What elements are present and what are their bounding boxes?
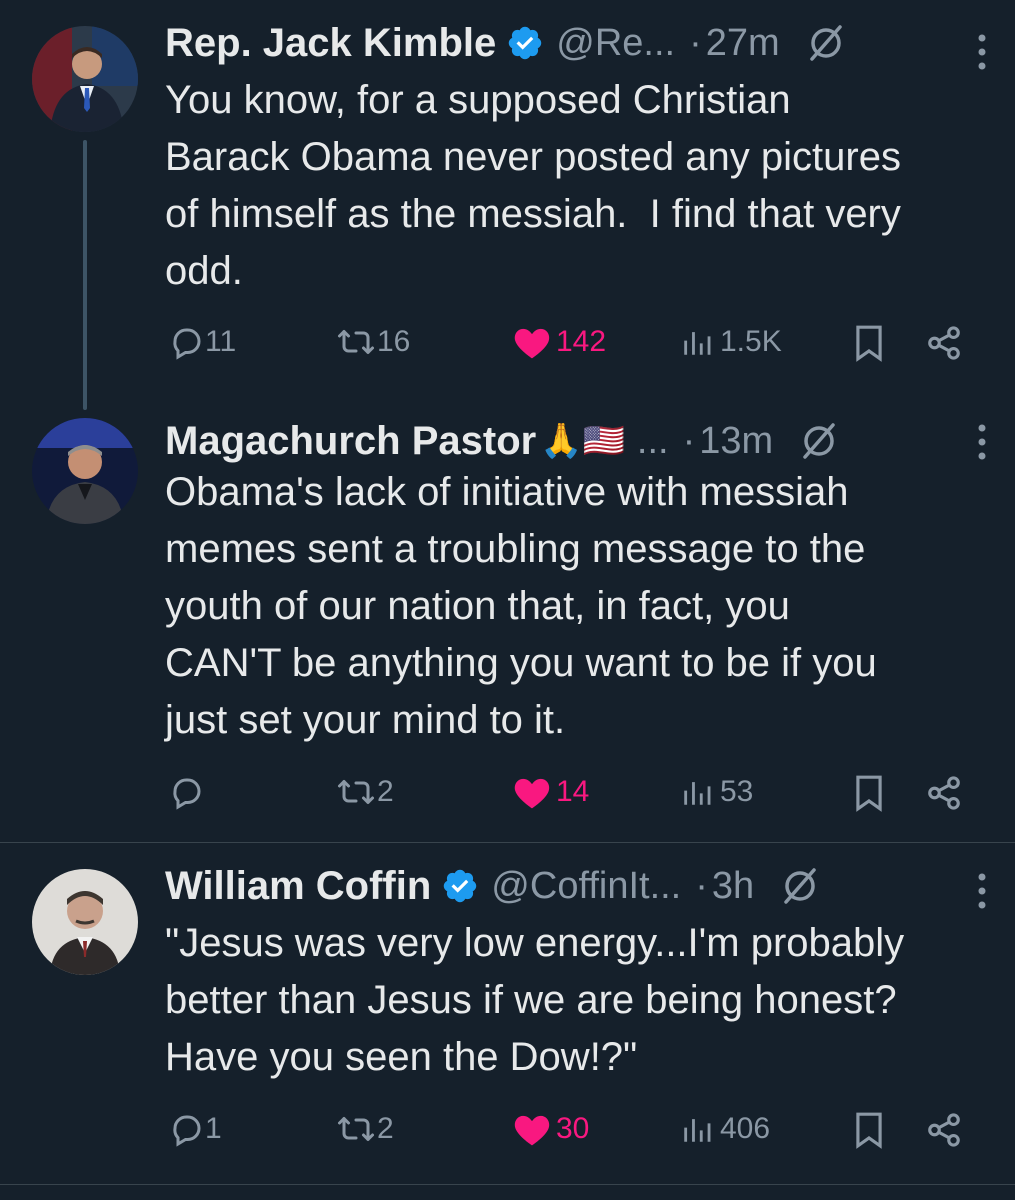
- reply-icon: [173, 328, 201, 360]
- bookmark-icon: [856, 1112, 882, 1149]
- heart-icon: [514, 1115, 550, 1146]
- separator-dot: ·: [695, 864, 708, 907]
- retweet-button[interactable]: 2: [335, 1111, 394, 1147]
- heart-icon: [514, 328, 550, 359]
- like-count: 30: [556, 1112, 590, 1145]
- analytics-icon: [684, 1119, 711, 1142]
- tweet-text: Obama's lack of initiative with messiah …: [165, 470, 877, 742]
- like-button[interactable]: 14: [512, 774, 589, 810]
- reply-count: 1: [205, 1112, 222, 1145]
- handle-ellipsis[interactable]: ...: [637, 420, 669, 463]
- tweet-3[interactable]: William Coffin @CoffinIt... · 3h "Jesus …: [0, 843, 1015, 1183]
- share-icon: [928, 776, 960, 810]
- more-options-icon[interactable]: [967, 869, 997, 913]
- tweet-2[interactable]: Magachurch Pastor 🙏🇺🇸 ... · 13m Obama's …: [0, 400, 1015, 840]
- reply-count: 11: [205, 325, 237, 358]
- like-button[interactable]: 142: [512, 324, 606, 360]
- tweet-1[interactable]: Rep. Jack Kimble @Re... · 27m You know, …: [0, 0, 1015, 410]
- reply-button[interactable]: 1: [169, 1111, 222, 1147]
- tweet-actions: 2 14 53: [165, 774, 985, 818]
- handle[interactable]: @Re...: [556, 22, 675, 65]
- heart-icon: [514, 778, 550, 809]
- display-name[interactable]: Magachurch Pastor: [165, 419, 536, 464]
- timestamp[interactable]: 27m: [706, 22, 780, 65]
- reply-icon: [173, 1115, 201, 1147]
- bookmark-button[interactable]: [853, 774, 885, 812]
- grok-icon[interactable]: [799, 421, 839, 461]
- reply-button[interactable]: [169, 774, 205, 810]
- retweet-icon: [338, 1117, 374, 1141]
- separator-dot: ·: [682, 419, 696, 462]
- avatar[interactable]: [32, 26, 138, 132]
- avatar[interactable]: [32, 869, 138, 975]
- bookmark-icon: [856, 325, 882, 362]
- display-name[interactable]: William Coffin: [165, 864, 431, 909]
- share-icon: [928, 1113, 960, 1147]
- share-button[interactable]: [925, 1111, 963, 1149]
- views-button[interactable]: 406: [680, 1111, 770, 1147]
- tweet-header: William Coffin @CoffinIt... · 3h: [165, 861, 985, 911]
- like-button[interactable]: 30: [512, 1111, 589, 1147]
- more-options-icon[interactable]: [967, 420, 997, 464]
- retweet-icon: [338, 780, 374, 804]
- tweet-text: You know, for a supposed Christian Barac…: [165, 78, 901, 293]
- avatar[interactable]: [32, 418, 138, 524]
- timestamp[interactable]: 3h: [712, 865, 754, 908]
- separator-dot: ·: [689, 21, 702, 64]
- retweet-icon: [338, 330, 374, 354]
- retweet-button[interactable]: 16: [335, 324, 410, 360]
- verified-badge-icon: [441, 867, 479, 905]
- views-count: 53: [720, 775, 754, 808]
- like-count: 142: [556, 325, 607, 358]
- grok-icon[interactable]: [780, 866, 820, 906]
- retweet-count: 2: [377, 1112, 394, 1145]
- reply-button[interactable]: 11: [169, 324, 236, 360]
- bookmark-button[interactable]: [853, 324, 885, 362]
- retweet-button[interactable]: 2: [335, 774, 394, 810]
- grok-icon[interactable]: [806, 23, 846, 63]
- thread-line: [83, 140, 87, 410]
- views-button[interactable]: 1.5K: [680, 324, 782, 360]
- views-count: 1.5K: [720, 325, 782, 358]
- share-button[interactable]: [925, 324, 963, 362]
- tweet-header: Rep. Jack Kimble @Re... · 27m: [165, 18, 985, 68]
- timestamp[interactable]: 13m: [699, 420, 773, 463]
- share-icon: [928, 326, 960, 360]
- tweet-header: Magachurch Pastor 🙏🇺🇸 ... · 13m: [165, 416, 985, 466]
- bookmark-icon: [856, 775, 882, 812]
- reply-icon: [173, 778, 201, 810]
- share-button[interactable]: [925, 774, 963, 812]
- like-count: 14: [556, 775, 590, 808]
- retweet-count: 2: [377, 775, 394, 808]
- handle[interactable]: @CoffinIt...: [491, 865, 681, 908]
- verified-badge-icon: [506, 24, 544, 62]
- retweet-count: 16: [377, 325, 411, 358]
- analytics-icon: [684, 332, 711, 355]
- tweet-actions: 11 16 142 1.5K: [165, 324, 985, 368]
- views-button[interactable]: 53: [680, 774, 753, 810]
- views-count: 406: [720, 1112, 771, 1145]
- bookmark-button[interactable]: [853, 1111, 885, 1149]
- tweet-divider: [0, 1184, 1015, 1185]
- display-name[interactable]: Rep. Jack Kimble: [165, 21, 496, 66]
- tweet-actions: 1 2 30 406: [165, 1111, 985, 1155]
- tweet-text: "Jesus was very low energy...I'm probabl…: [165, 921, 905, 1079]
- more-options-icon[interactable]: [967, 30, 997, 74]
- name-emoji: 🙏🇺🇸: [540, 422, 625, 460]
- analytics-icon: [684, 782, 711, 805]
